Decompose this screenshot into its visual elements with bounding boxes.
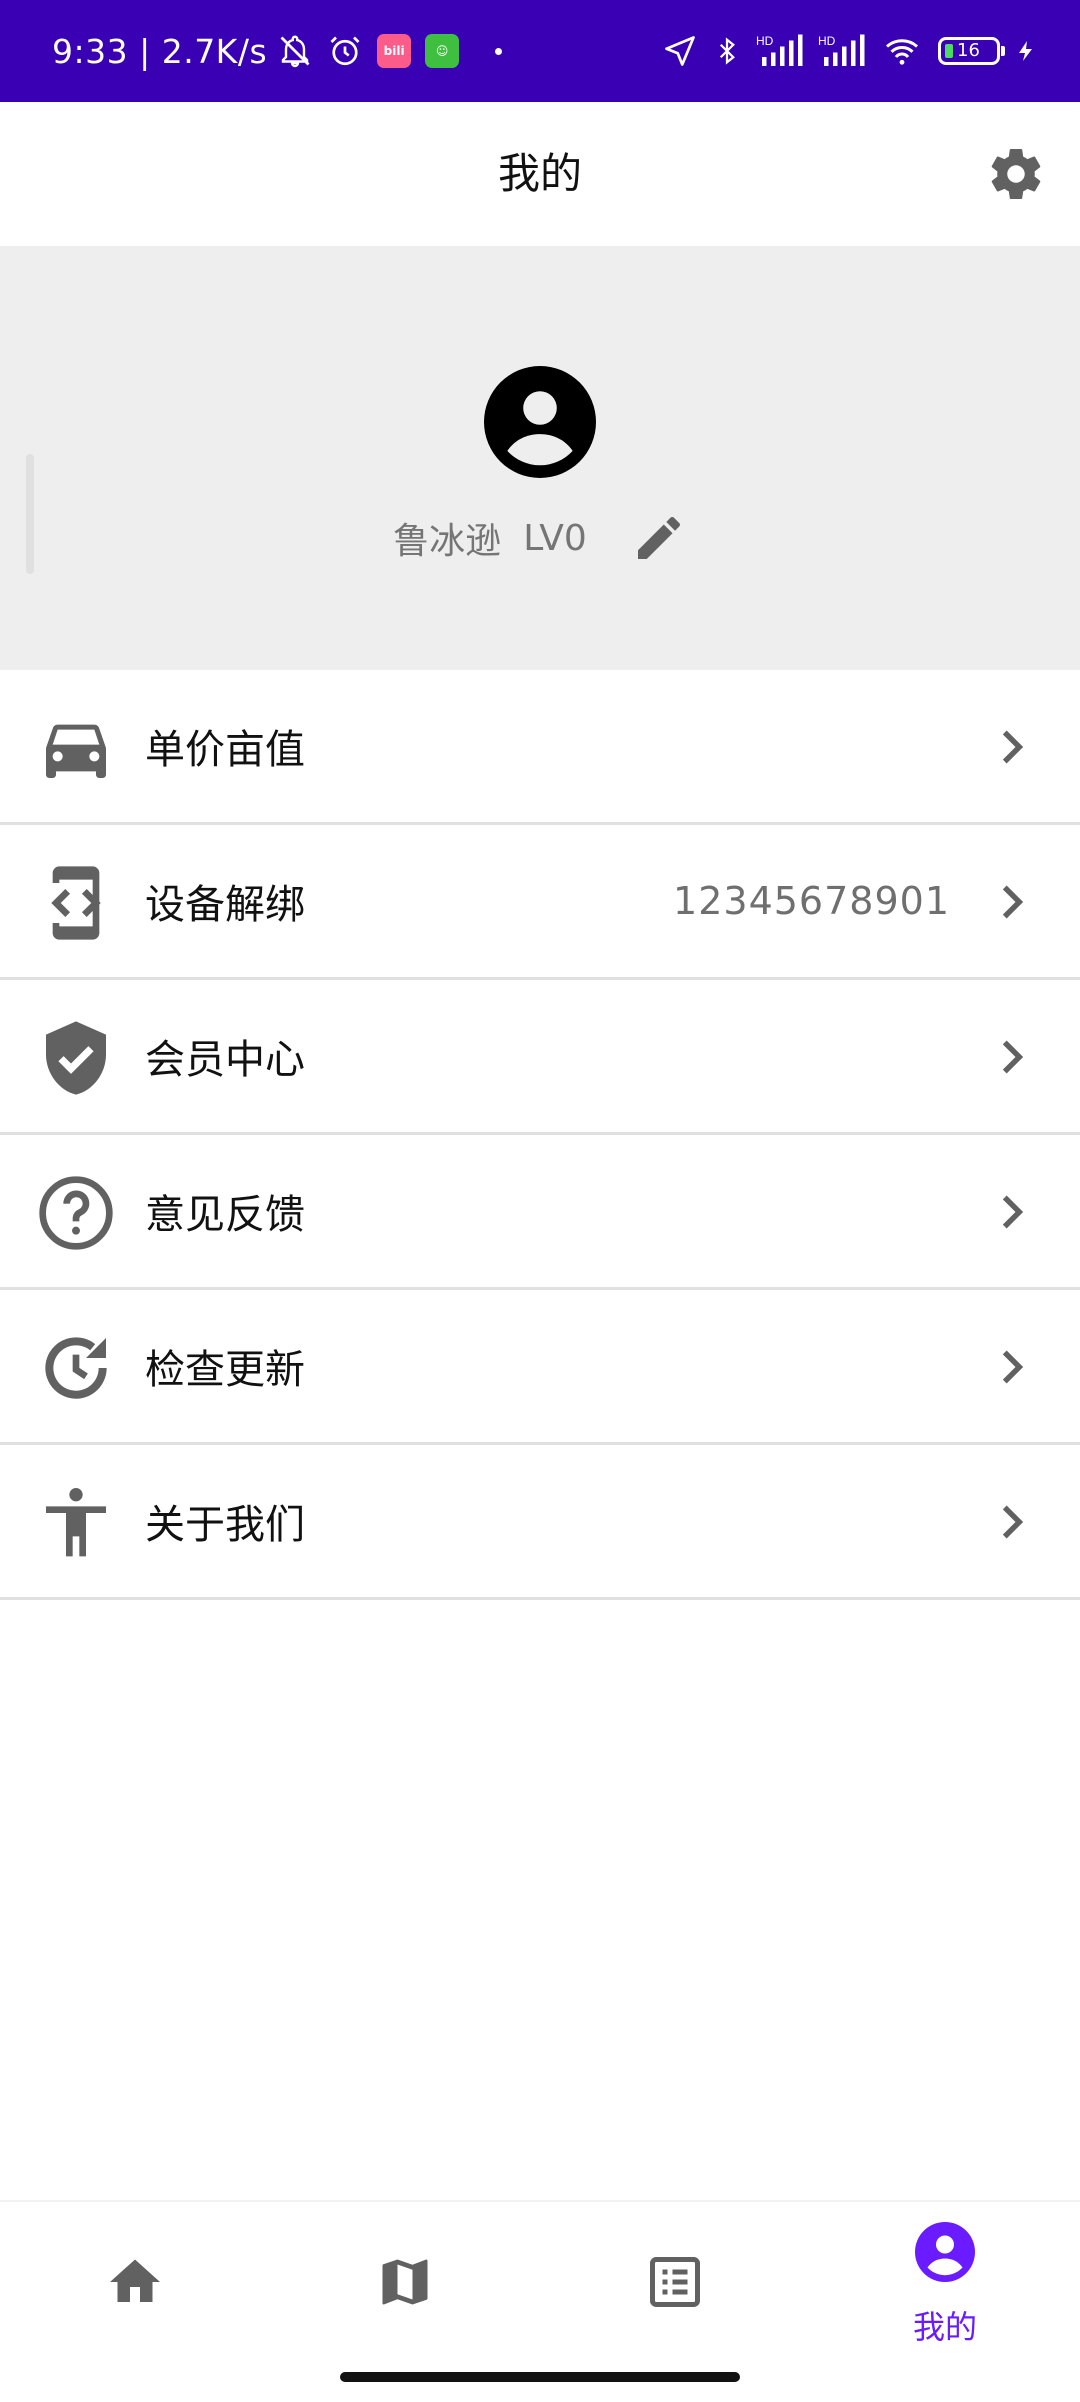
menu-item-label: 会员中心 (145, 1037, 305, 1083)
menu-item-feedback[interactable]: 意见反馈 (0, 1135, 1080, 1290)
notification-dot (495, 47, 503, 55)
home-indicator[interactable] (340, 2372, 740, 2382)
status-time: 9:33 | 2.7K/s (52, 31, 268, 71)
chevron-right-icon (1002, 1350, 1024, 1384)
menu-item-label: 检查更新 (145, 1347, 305, 1393)
menu-item-device-unbind[interactable]: 设备解绑 12345678901 (0, 825, 1080, 980)
signal-1-icon: HD (756, 34, 803, 66)
menu-item-unit-price[interactable]: 单价亩值 (0, 670, 1080, 825)
gear-icon[interactable] (986, 144, 1046, 204)
location-arrow-icon (665, 36, 695, 66)
user-level: LV0 (523, 517, 587, 559)
menu-item-check-update[interactable]: 检查更新 (0, 1290, 1080, 1445)
list-icon (650, 2257, 700, 2307)
bluetooth-icon (719, 37, 735, 65)
chevron-right-icon (1002, 885, 1024, 919)
nav-tab-label: 我的 (912, 2308, 977, 2346)
menu-item-label: 单价亩值 (145, 727, 305, 773)
nav-tab-mine[interactable]: 我的 (810, 2202, 1080, 2372)
wifi-icon (886, 39, 918, 65)
map-icon (382, 2259, 428, 2305)
profile-info-row: 鲁冰逊 LV0 (0, 508, 1080, 568)
top-app-bar: 我的 (0, 102, 1080, 246)
signal-2-icon: HD (818, 34, 865, 66)
menu-item-label: 关于我们 (145, 1502, 305, 1548)
user-name: 鲁冰逊 (393, 521, 502, 562)
account-circle-icon[interactable] (484, 366, 596, 478)
verified-shield-icon (46, 1021, 106, 1095)
alarm-icon (330, 36, 360, 66)
chevron-right-icon (1002, 1505, 1024, 1539)
status-left-icons: bili ☺ (277, 33, 503, 69)
device-phone-number: 12345678901 (673, 879, 950, 923)
nav-tab-list[interactable] (540, 2202, 810, 2372)
chevron-right-icon (1002, 1195, 1024, 1229)
settings-menu-list: 单价亩值 设备解绑 12345678901 会员中心 意见反馈 检查更新 关于我… (0, 670, 1080, 1600)
accessibility-person-icon (46, 1488, 106, 1557)
home-icon (110, 2259, 160, 2302)
battery-percent: 16 (957, 40, 980, 61)
status-right-icons: HD HD 16 (662, 33, 1038, 69)
update-clock-icon (45, 1337, 107, 1399)
battery-fill (945, 44, 953, 58)
profile-header: 鲁冰逊 LV0 (0, 246, 1080, 670)
menu-item-member-center[interactable]: 会员中心 (0, 980, 1080, 1135)
chevron-right-icon (1002, 730, 1024, 764)
menu-item-about-us[interactable]: 关于我们 (0, 1445, 1080, 1600)
svg-text:HD: HD (818, 34, 836, 48)
bilibili-app-icon: bili (377, 34, 412, 68)
battery-indicator: 16 (938, 37, 1005, 65)
account-circle-icon (915, 2222, 975, 2282)
device-unbind-icon (51, 866, 101, 940)
menu-item-label: 设备解绑 (145, 882, 305, 928)
chevron-right-icon (1002, 1040, 1024, 1074)
green-app-icon: ☺ (425, 34, 460, 68)
pencil-icon[interactable] (631, 510, 687, 566)
status-bar: 9:33 | 2.7K/s bili ☺ HD HD 16 (0, 0, 1080, 102)
car-icon (46, 724, 106, 778)
page-title: 我的 (497, 149, 582, 198)
nav-tab-home[interactable] (0, 2202, 270, 2372)
nav-tab-map[interactable] (270, 2202, 540, 2372)
help-circle-icon (39, 1176, 113, 1250)
menu-item-label: 意见反馈 (145, 1192, 305, 1238)
mute-notifications-icon (280, 35, 310, 68)
charging-bolt-icon (1019, 41, 1032, 61)
svg-text:HD: HD (756, 34, 774, 48)
